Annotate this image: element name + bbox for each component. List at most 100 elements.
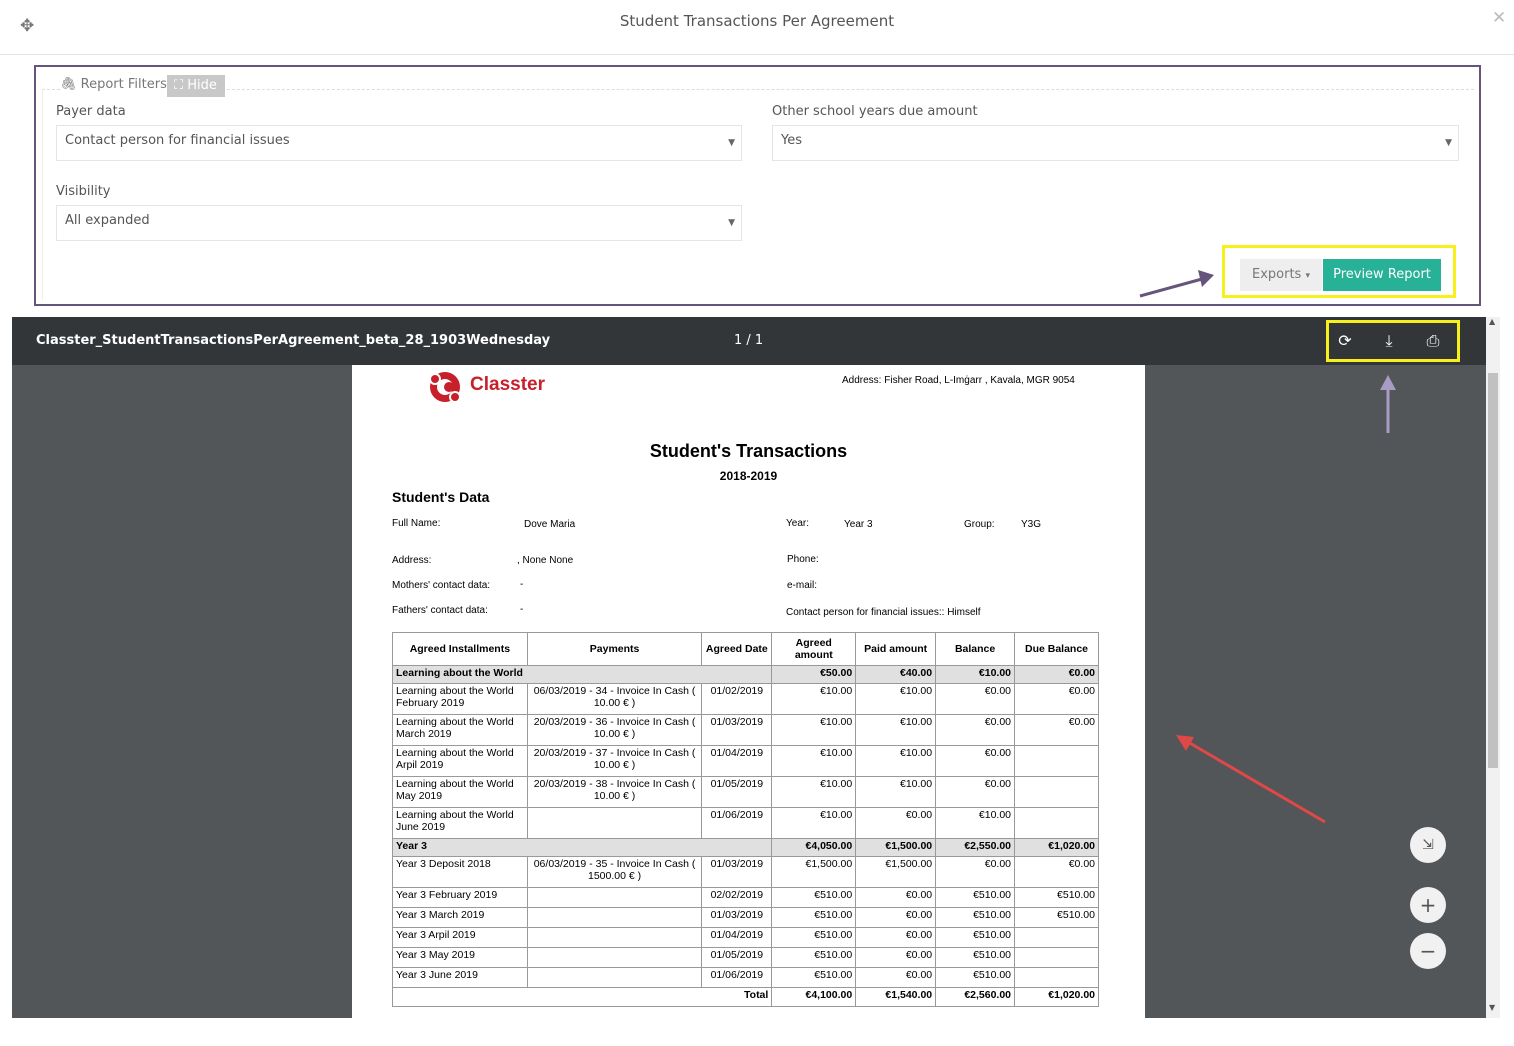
other-years-select[interactable]: Yes ▼	[772, 125, 1459, 161]
report-filters-label: Report Filters	[80, 77, 167, 92]
zoom-out-button[interactable]: −	[1410, 933, 1446, 969]
payment-cell	[526, 807, 703, 839]
paid-cell: €0.00	[855, 907, 937, 928]
installment-cell: Year 3 Deposit 2018	[392, 856, 528, 888]
pdf-toolbar: Classter_StudentTransactionsPerAgreement…	[12, 317, 1486, 365]
visibility-select[interactable]: All expanded ▼	[56, 205, 742, 241]
agreed-cell: €510.00	[771, 887, 857, 908]
fit-page-button[interactable]: ⇲	[1410, 827, 1446, 863]
due-cell: €0.00	[1014, 856, 1099, 888]
balance-cell: €510.00	[935, 967, 1016, 988]
balance-cell: €510.00	[935, 947, 1016, 968]
table-row: Year 3 March 2019 01/03/2019 €510.00 €0.…	[392, 907, 1099, 928]
group-agreed: €4,050.00	[771, 838, 857, 857]
date-cell: 01/04/2019	[701, 927, 773, 948]
print-icon[interactable]: ⎙	[1423, 331, 1443, 351]
agreed-cell: €510.00	[771, 947, 857, 968]
exports-button[interactable]: Exports ▾	[1240, 259, 1322, 291]
visibility-label: Visibility	[56, 184, 111, 199]
scroll-up-icon[interactable]: ▲	[1489, 317, 1495, 326]
scroll-thumb[interactable]	[1488, 373, 1498, 768]
date-cell: 01/06/2019	[701, 807, 773, 839]
group-balance: €2,550.00	[935, 838, 1016, 857]
group-paid: €40.00	[855, 665, 937, 684]
installment-cell: Learning about the World March 2019	[392, 714, 528, 746]
other-years-value: Yes	[781, 133, 802, 148]
due-cell	[1014, 807, 1099, 839]
minus-icon: −	[1419, 939, 1437, 963]
payment-cell	[526, 907, 703, 928]
table-row: Learning about the World March 2019 20/0…	[392, 714, 1099, 746]
table-row: Year 3 May 2019 01/05/2019 €510.00 €0.00…	[392, 947, 1099, 968]
payment-cell	[526, 927, 703, 948]
agreed-cell: €1,500.00	[771, 856, 857, 888]
payment-cell: 06/03/2019 - 34 - Invoice In Cash ( 10.0…	[526, 683, 703, 715]
date-cell: 01/04/2019	[701, 745, 773, 777]
agreed-cell: €10.00	[771, 776, 857, 808]
payer-data-select[interactable]: Contact person for financial issues ▼	[56, 125, 742, 161]
table-row: Year 3 February 2019 02/02/2019 €510.00 …	[392, 887, 1099, 908]
modal-header: ✥ Student Transactions Per Agreement ✕	[0, 0, 1514, 55]
close-icon[interactable]: ✕	[1492, 8, 1506, 28]
zoom-in-button[interactable]: +	[1410, 887, 1446, 923]
email-label: e-mail:	[787, 580, 818, 591]
table-header-row: Agreed Installments Payments Agreed Date…	[392, 632, 1099, 666]
group-balance: €10.00	[935, 665, 1016, 684]
balance-cell: €0.00	[935, 856, 1016, 888]
installment-cell: Year 3 Arpil 2019	[392, 927, 528, 948]
caret-down-icon: ▼	[1445, 138, 1452, 148]
installment-cell: Learning about the World February 2019	[392, 683, 528, 715]
group-row: Year 3 €4,050.00 €1,500.00 €2,550.00 €1,…	[391, 838, 1099, 857]
caret-down-icon: ▼	[728, 138, 735, 148]
date-cell: 01/05/2019	[701, 776, 773, 808]
balance-cell: €0.00	[935, 776, 1016, 808]
compress-icon: ⇲	[1422, 837, 1434, 853]
table-row: Learning about the World February 2019 0…	[392, 683, 1099, 715]
mothers-contact-label: Mothers' contact data:	[392, 580, 491, 591]
paperclip-icon: 🖇︎	[60, 77, 77, 92]
transactions-table: Agreed Installments Payments Agreed Date…	[391, 632, 1099, 1007]
due-cell	[1014, 967, 1099, 988]
date-cell: 01/06/2019	[701, 967, 773, 988]
total-row: Total €4,100.00 €1,540.00 €2,560.00 €1,0…	[391, 987, 1099, 1007]
group-due: €1,020.00	[1014, 838, 1099, 857]
due-cell: €0.00	[1014, 683, 1099, 715]
hide-filters-button[interactable]: ⛶ Hide	[167, 75, 225, 97]
full-name-value: Dove Maria	[524, 519, 576, 530]
report-title: Student's Transactions	[649, 441, 848, 461]
address-label: Address:	[392, 555, 432, 566]
balance-cell: €510.00	[935, 887, 1016, 908]
paid-cell: €10.00	[855, 714, 937, 746]
paid-cell: €0.00	[855, 887, 937, 908]
preview-report-button[interactable]: Preview Report	[1323, 259, 1441, 291]
balance-cell: €510.00	[935, 907, 1016, 928]
group-due: €0.00	[1014, 665, 1099, 684]
installment-cell: Year 3 February 2019	[392, 887, 528, 908]
table-row: Learning about the World May 2019 20/03/…	[392, 776, 1099, 808]
pdf-page: Classter Address: Fisher Road, L-Imġarr …	[352, 365, 1145, 1018]
column-header: Agreed Date	[701, 632, 773, 666]
total-paid: €1,540.00	[855, 987, 937, 1007]
table-row: Year 3 Arpil 2019 01/04/2019 €510.00 €0.…	[392, 927, 1099, 948]
agreed-cell: €510.00	[771, 907, 857, 928]
installment-cell: Learning about the World May 2019	[392, 776, 528, 808]
viewer-scrollbar[interactable]: ▲ ▼	[1486, 317, 1500, 1018]
table-row: Year 3 Deposit 2018 06/03/2019 - 35 - In…	[392, 856, 1099, 888]
rotate-icon[interactable]: ⟳	[1335, 331, 1355, 350]
address-value: , None None	[517, 555, 574, 566]
date-cell: 01/03/2019	[701, 856, 773, 888]
paid-cell: €0.00	[855, 807, 937, 839]
year-value: Year 3	[844, 519, 873, 530]
download-icon[interactable]: ⤓	[1379, 331, 1399, 351]
report-year: 2018-2019	[719, 469, 778, 483]
app-root: ✥ Student Transactions Per Agreement ✕ 🖇…	[0, 0, 1514, 1046]
agreed-cell: €510.00	[771, 927, 857, 948]
due-cell	[1014, 776, 1099, 808]
students-data-heading: Student's Data	[392, 489, 490, 505]
scroll-down-icon[interactable]: ▼	[1489, 1003, 1495, 1012]
total-label: Total	[391, 987, 773, 1007]
other-years-label: Other school years due amount	[772, 104, 978, 119]
balance-cell: €0.00	[935, 683, 1016, 715]
plus-icon: +	[1419, 893, 1437, 917]
group-paid: €1,500.00	[855, 838, 937, 857]
